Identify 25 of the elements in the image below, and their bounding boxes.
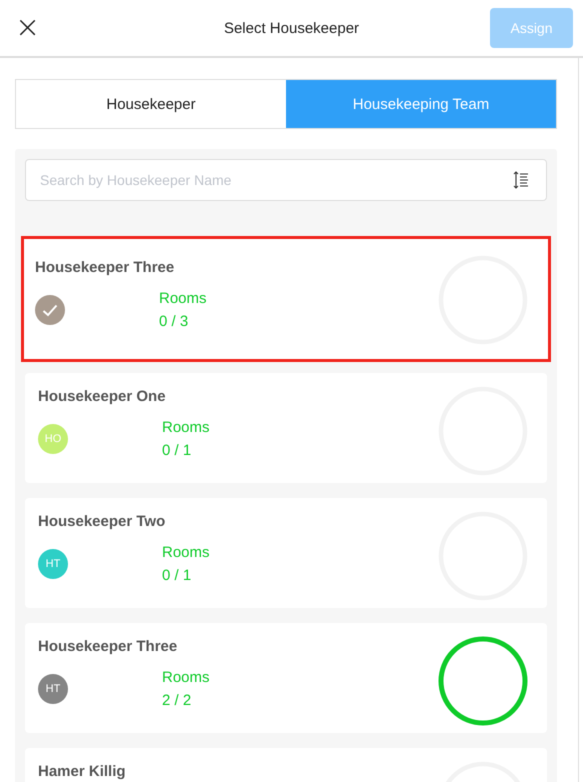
rooms-label: Rooms: [162, 668, 210, 688]
close-button[interactable]: ×: [15, 16, 40, 40]
search-field[interactable]: Search by Housekeeper Name: [25, 159, 547, 201]
housekeeper-name: Housekeeper One: [38, 388, 166, 406]
sort-icon[interactable]: [513, 171, 529, 189]
rooms-count: 0 / 3: [159, 312, 188, 332]
rooms-count: 2 / 2: [162, 691, 192, 711]
rooms-label: Rooms: [159, 289, 207, 309]
housekeeper-card[interactable]: Housekeeper Two HT Rooms 0 / 1: [25, 498, 547, 608]
housekeeper-name: Hamer Killig: [38, 763, 126, 781]
rooms-label: Rooms: [162, 418, 210, 438]
rooms-count: 0 / 1: [162, 441, 192, 461]
rooms-count: 0 / 1: [162, 566, 192, 586]
housekeeper-name: Housekeeper Three: [38, 638, 178, 656]
housekeeper-name: Housekeeper Three: [35, 259, 174, 277]
window-title: Select Housekeeper: [224, 20, 360, 36]
avatar: HT: [38, 674, 68, 704]
avatar: HO: [38, 424, 68, 454]
housekeeper-name: Housekeeper Two: [38, 513, 166, 531]
rooms-label: Rooms: [162, 543, 210, 563]
housekeeper-card[interactable]: Housekeeper Three HT Rooms 2 / 2: [25, 623, 547, 733]
avatar: HT: [38, 549, 68, 579]
housekeeper-card[interactable]: Housekeeper Three Rooms 0 / 3: [21, 236, 551, 362]
housekeeper-card[interactable]: Hamer Killig: [25, 748, 547, 782]
housekeeper-card[interactable]: Housekeeper One HO Rooms 0 / 1: [25, 373, 547, 483]
